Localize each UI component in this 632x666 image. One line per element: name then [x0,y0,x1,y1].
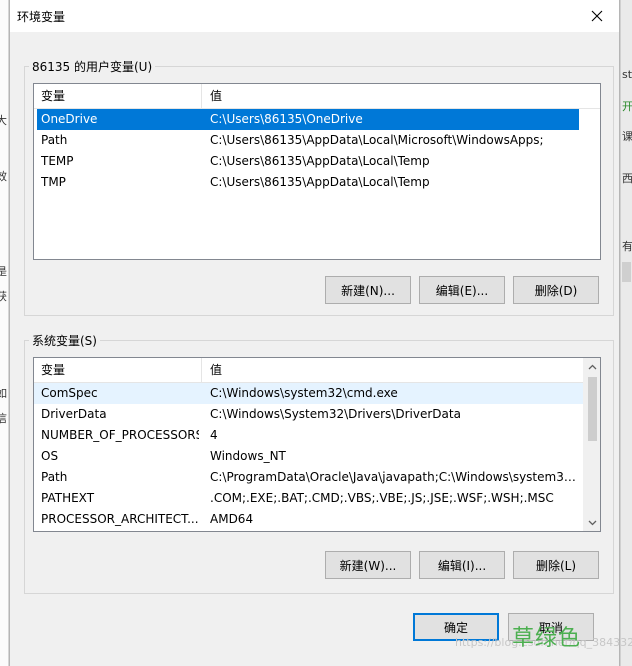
user-variables-list[interactable]: 变量 值 OneDrive C:\Users\86135\OneDrive Pa… [33,83,601,260]
system-new-button[interactable]: 新建(W)... [325,551,411,579]
table-row[interactable]: ComSpec C:\Windows\system32\cmd.exe [34,383,600,404]
list-header: 变量 值 [34,358,600,383]
system-delete-button[interactable]: 删除(L) [513,551,599,579]
variable-value: Windows_NT [210,449,286,463]
variable-name: OS [41,449,59,463]
table-row[interactable]: PATHEXT .COM;.EXE;.BAT;.CMD;.VBS;.VBE;.J… [34,488,600,509]
close-icon [591,10,603,22]
user-delete-button[interactable]: 删除(D) [513,276,599,304]
table-row[interactable]: OS Windows_NT [34,446,600,467]
background-text: 课 [622,130,632,143]
variable-name: OneDrive [41,112,98,126]
scroll-down-button[interactable] [584,514,600,531]
background-text: 大 [0,114,7,127]
background-text: 开 [622,100,632,113]
background-window-left: 大 效 是 获 如 信 [0,0,9,666]
variable-value: C:\ProgramData\Oracle\Java\javapath;C:\W… [210,470,580,484]
variable-value: AMD64 [210,512,254,526]
close-button[interactable] [575,0,619,32]
variable-value: C:\Users\86135\AppData\Local\Microsoft\W… [210,133,544,147]
list-header: 变量 值 [34,84,600,109]
table-row[interactable]: TEMP C:\Users\86135\AppData\Local\Temp [34,151,600,172]
variable-name: DriverData [41,407,107,421]
scroll-up-button[interactable] [584,358,600,375]
background-text: 如 [0,387,7,400]
user-new-button[interactable]: 新建(N)... [325,276,411,304]
system-variables-list[interactable]: 变量 值 ComSpec C:\Windows\system32\cmd.exe… [33,357,601,532]
table-row[interactable]: TMP C:\Users\86135\AppData\Local\Temp [34,172,600,193]
background-scrollbar [622,262,631,282]
table-row[interactable]: NUMBER_OF_PROCESSORS 4 [34,425,600,446]
variable-value: 4 [210,428,218,442]
title-bar[interactable]: 环境变量 [10,0,619,32]
variable-name: PROCESSOR_ARCHITECT... [41,512,199,526]
variable-name: Path [41,470,68,484]
table-row[interactable]: DriverData C:\Windows\System32\Drivers\D… [34,404,600,425]
variable-name: NUMBER_OF_PROCESSORS [41,428,199,442]
background-text: st [622,68,632,81]
background-text: 西 [622,172,632,185]
watermark-text: 草绿色 [512,626,582,651]
column-header-variable[interactable]: 变量 [34,358,202,383]
user-variables-label: 86135 的用户变量(U) [32,60,153,74]
chevron-down-icon [588,520,597,525]
variable-name: TEMP [41,154,74,168]
vertical-scrollbar[interactable] [583,358,600,531]
background-text: 有 [622,240,632,253]
variable-value: C:\Windows\system32\cmd.exe [210,386,398,400]
variable-value: .COM;.EXE;.BAT;.CMD;.VBS;.VBE;.JS;.JSE;.… [210,491,554,505]
column-header-value[interactable]: 值 [202,84,582,109]
scrollbar-thumb[interactable] [588,377,597,441]
table-row[interactable]: PROCESSOR_ARCHITECT... AMD64 [34,509,600,530]
background-text: 信 [0,412,7,425]
background-text: 获 [0,290,7,303]
dialog-title: 环境变量 [17,10,66,24]
table-row[interactable]: Path C:\Users\86135\AppData\Local\Micros… [34,130,600,151]
table-row[interactable]: Path C:\ProgramData\Oracle\Java\javapath… [34,467,600,488]
environment-variables-dialog: 环境变量 86135 的用户变量(U) 变量 值 OneDrive C:\Use… [9,0,620,666]
variable-value: C:\Users\86135\AppData\Local\Temp [210,154,430,168]
background-text: 效 [0,170,7,183]
column-header-variable[interactable]: 变量 [34,84,202,109]
chevron-up-icon [588,364,597,369]
variable-name: ComSpec [41,386,98,400]
user-edit-button[interactable]: 编辑(E)... [419,276,505,304]
system-variables-label: 系统变量(S) [32,334,97,348]
column-header-value[interactable]: 值 [202,358,582,383]
background-text: 是 [0,265,7,278]
table-row[interactable]: OneDrive C:\Users\86135\OneDrive [37,109,579,130]
variable-name: PATHEXT [41,491,95,505]
variable-name: Path [41,133,68,147]
variable-name: TMP [41,175,66,189]
system-edit-button[interactable]: 编辑(I)... [419,551,505,579]
background-window-right: st 开 课 西 有 [620,0,632,666]
variable-value: C:\Users\86135\OneDrive [210,112,363,126]
variable-value: C:\Users\86135\AppData\Local\Temp [210,175,430,189]
variable-value: C:\Windows\System32\Drivers\DriverData [210,407,461,421]
